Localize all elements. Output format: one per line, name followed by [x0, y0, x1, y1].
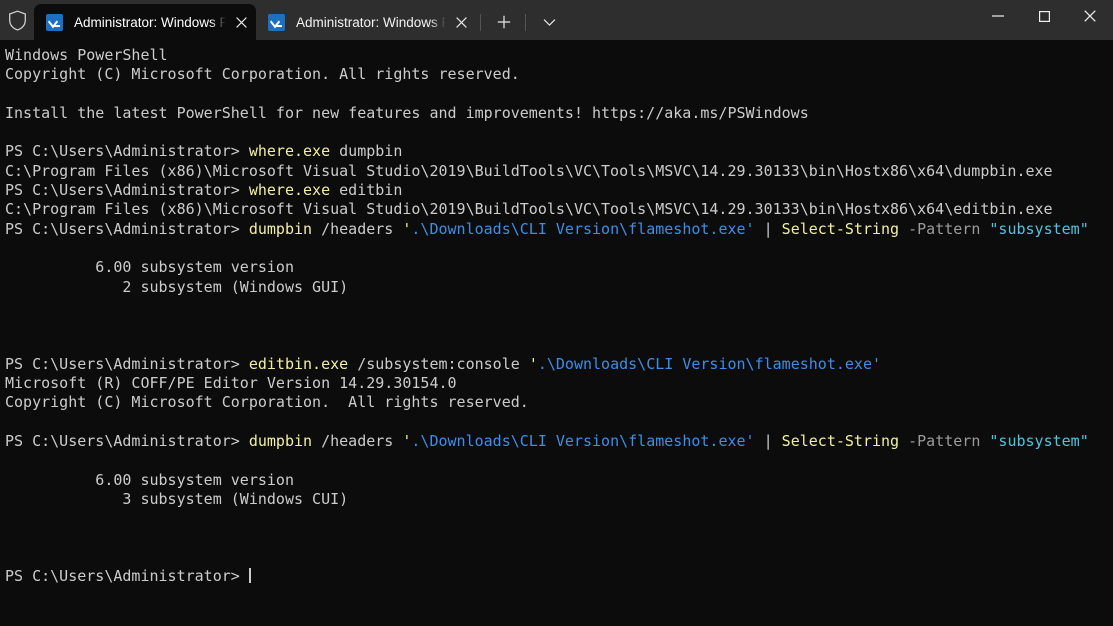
- terminal-line: Copyright (C) Microsoft Corporation. All…: [5, 65, 1113, 84]
- tab-title: Administrator: Windows PowerShell: [74, 14, 226, 30]
- terminal-line: PS C:\Users\Administrator>: [5, 567, 1113, 586]
- terminal-text: where.exe: [248, 181, 331, 200]
- terminal-text: ': [528, 354, 538, 373]
- dropdown-divider: [525, 14, 526, 31]
- terminal-text: Windows PowerShell: [5, 46, 168, 64]
- terminal-text: PS C:\Users\Administrator>: [5, 354, 249, 373]
- terminal-text: PS C:\Users\Administrator>: [5, 142, 249, 161]
- terminal-text: 2 subsystem (Windows GUI): [5, 277, 349, 296]
- terminal-line: 6.00 subsystem version: [5, 471, 1113, 490]
- shield-icon: [0, 0, 34, 40]
- tab-1[interactable]: Administrator: Windows PowerShell: [256, 4, 476, 40]
- terminal-text: C:\Program Files (x86)\Microsoft Visual …: [5, 161, 1053, 180]
- terminal-text: PS C:\Users\Administrator>: [5, 431, 249, 450]
- terminal-text: PS C:\Users\Administrator>: [5, 181, 249, 200]
- terminal-window: Administrator: Windows PowerShell Admini…: [0, 0, 1113, 626]
- terminal-line: 3 subsystem (Windows CUI): [5, 490, 1113, 509]
- terminal-line: Install the latest PowerShell for new fe…: [5, 104, 1113, 123]
- terminal-text: dumpbin: [248, 219, 313, 238]
- tab-close-icon[interactable]: [446, 7, 476, 37]
- terminal-text: editbin: [330, 181, 403, 200]
- terminal-text: "subsystem": [989, 219, 1089, 238]
- terminal-text: /subsystem:console: [348, 354, 529, 373]
- terminal-text: dumpbin: [330, 142, 403, 161]
- terminal-text: /headers: [312, 431, 403, 450]
- terminal-text: Install the latest PowerShell for new fe…: [5, 103, 809, 122]
- terminal-text: where.exe: [248, 142, 331, 161]
- terminal-text: 3 subsystem (Windows CUI): [5, 489, 349, 508]
- terminal-text: Select-String: [781, 431, 900, 450]
- terminal-text: C:\Program Files (x86)\Microsoft Visual …: [5, 200, 1053, 219]
- terminal-text: .\Downloads\CLI Version\flameshot.exe': [411, 431, 755, 450]
- text-cursor: [248, 568, 251, 584]
- terminal-text: -Pattern: [908, 431, 981, 450]
- tab-strip[interactable]: Administrator: Windows PowerShell Admini…: [34, 0, 975, 40]
- window-controls[interactable]: [975, 0, 1113, 40]
- powershell-icon: [46, 13, 63, 31]
- terminal-text: .\Downloads\CLI Version\flameshot.exe': [537, 354, 882, 373]
- title-bar[interactable]: Administrator: Windows PowerShell Admini…: [0, 0, 1113, 40]
- terminal-text: dumpbin: [248, 431, 313, 450]
- terminal-line: 2 subsystem (Windows GUI): [5, 278, 1113, 297]
- terminal-text: "subsystem": [989, 431, 1089, 450]
- tab-close-icon[interactable]: [226, 7, 256, 37]
- terminal-text: |: [754, 431, 782, 450]
- maximize-button[interactable]: [1021, 0, 1067, 32]
- terminal-text: PS C:\Users\Administrator>: [5, 567, 249, 586]
- powershell-icon: [268, 13, 285, 31]
- terminal-line: Microsoft (R) COFF/PE Editor Version 14.…: [5, 374, 1113, 393]
- terminal-line: C:\Program Files (x86)\Microsoft Visual …: [5, 162, 1113, 181]
- terminal-line: Windows PowerShell: [5, 46, 1113, 65]
- tab-title: Administrator: Windows PowerShell: [296, 14, 446, 30]
- new-tab-button[interactable]: [487, 4, 521, 40]
- terminal-output[interactable]: Windows PowerShell Copyright (C) Microsof…: [0, 40, 1113, 626]
- terminal-line: C:\Program Files (x86)\Microsoft Visual …: [5, 200, 1113, 219]
- terminal-text: Microsoft (R) COFF/PE Editor Version 14.…: [5, 374, 457, 393]
- terminal-line: PS C:\Users\Administrator> where.exe edi…: [5, 181, 1113, 200]
- terminal-text: editbin.exe: [248, 354, 349, 373]
- terminal-line: PS C:\Users\Administrator> where.exe dum…: [5, 142, 1113, 161]
- chevron-down-icon[interactable]: [532, 4, 566, 40]
- terminal-text: |: [754, 219, 782, 238]
- terminal-text: 6.00 subsystem version: [5, 470, 294, 489]
- close-button[interactable]: [1067, 0, 1113, 32]
- terminal-text: .\Downloads\CLI Version\flameshot.exe': [411, 219, 755, 238]
- tab-0[interactable]: Administrator: Windows PowerShell: [34, 4, 256, 40]
- terminal-line: 6.00 subsystem version: [5, 258, 1113, 277]
- tab-divider: [480, 14, 481, 31]
- terminal-text: Copyright (C) Microsoft Corporation. All…: [5, 65, 520, 84]
- terminal-text: /headers: [312, 219, 403, 238]
- terminal-text: -Pattern: [908, 219, 981, 238]
- minimize-button[interactable]: [975, 0, 1021, 32]
- terminal-text: 6.00 subsystem version: [5, 258, 294, 277]
- terminal-line: PS C:\Users\Administrator> dumpbin /head…: [5, 220, 1113, 239]
- terminal-text: Copyright (C) Microsoft Corporation. All…: [5, 393, 529, 412]
- terminal-text: Select-String: [781, 219, 900, 238]
- terminal-line: PS C:\Users\Administrator> editbin.exe /…: [5, 355, 1113, 374]
- terminal-text: PS C:\Users\Administrator>: [5, 219, 249, 238]
- terminal-line: Copyright (C) Microsoft Corporation. All…: [5, 393, 1113, 412]
- terminal-line: PS C:\Users\Administrator> dumpbin /head…: [5, 432, 1113, 451]
